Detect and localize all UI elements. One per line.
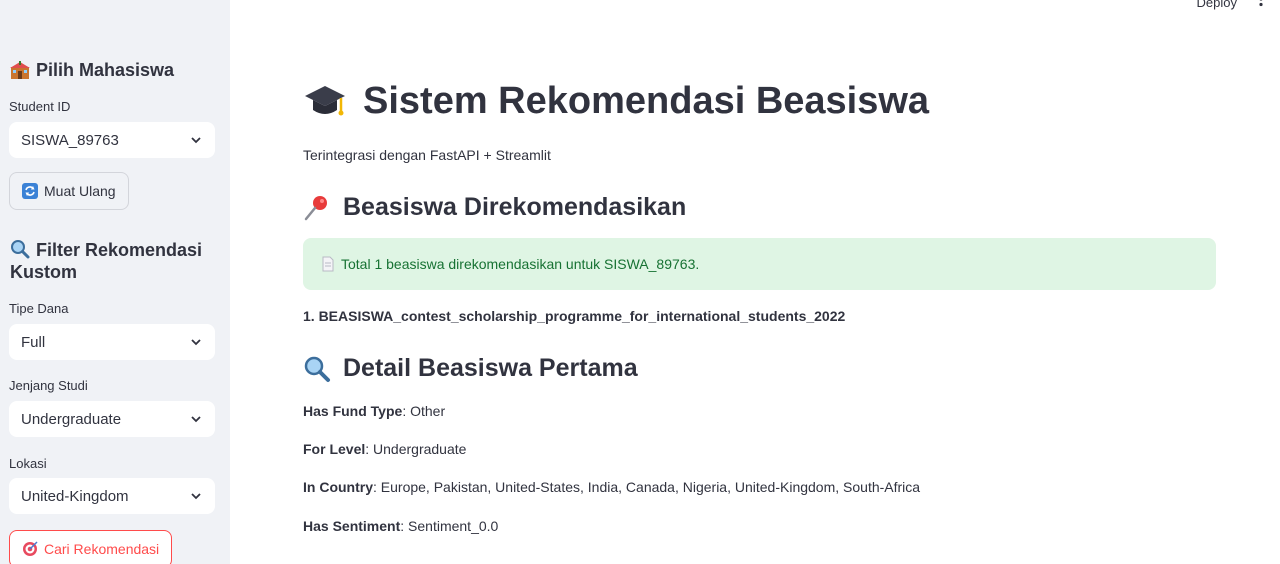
chevron-down-icon [191, 493, 201, 500]
chevron-down-icon [191, 339, 201, 346]
search-recommendation-button[interactable]: Cari Rekomendasi [9, 530, 173, 564]
detail-key: In Country [303, 479, 373, 495]
page-title: Sistem Rekomendasi Beasiswa [303, 80, 929, 123]
select-student-header-text: Pilih Mahasiswa [36, 60, 175, 80]
filter-header-text: Filter Rekomendasi Kustom [10, 240, 203, 282]
detail-key: Has Fund Type [303, 403, 403, 419]
magnifier-icon [304, 356, 330, 382]
level-select[interactable]: Undergraduate [9, 401, 215, 437]
detail-country: In Country: Europe, Pakistan, United-Sta… [303, 479, 920, 495]
filter-header: Filter Rekomendasi Kustom [10, 239, 210, 283]
level-value: Undergraduate [21, 410, 122, 428]
target-icon [23, 541, 38, 556]
detail-sentiment: Has Sentiment: Sentiment_0.0 [303, 518, 498, 534]
document-icon [322, 256, 334, 272]
recommendation-item: 1. BEASISWA_contest_scholarship_programm… [303, 308, 846, 324]
detail-value: : Europe, Pakistan, United-States, India… [373, 479, 921, 495]
reload-button[interactable]: Muat Ulang [9, 172, 129, 210]
student-id-select[interactable]: SISWA_89763 [9, 122, 215, 158]
location-value: United-Kingdom [21, 487, 129, 505]
detail-value: : Undergraduate [365, 441, 467, 457]
kebab-menu-icon[interactable] [1258, 0, 1264, 12]
page-title-text: Sistem Rekomendasi Beasiswa [363, 80, 930, 122]
fund-type-label: Tipe Dana [9, 301, 69, 316]
reload-icon [22, 183, 38, 199]
fund-type-select[interactable]: Full [9, 324, 215, 360]
detail-key: Has Sentiment [303, 518, 401, 534]
student-id-label: Student ID [9, 99, 71, 114]
magnifier-icon [11, 240, 30, 259]
pushpin-icon [304, 195, 327, 220]
detail-level: For Level: Undergraduate [303, 441, 466, 457]
reload-button-label: Muat Ulang [44, 183, 116, 199]
detail-value: : Sentiment_0.0 [400, 518, 499, 534]
select-student-header: Pilih Mahasiswa [10, 59, 174, 81]
detail-value: : Other [402, 403, 446, 419]
detail-fund-type: Has Fund Type: Other [303, 403, 445, 419]
level-label: Jenjang Studi [9, 378, 88, 393]
location-select[interactable]: United-Kingdom [9, 478, 215, 514]
page-subtitle: Terintegrasi dengan FastAPI + Streamlit [303, 147, 551, 163]
success-alert: Total 1 beasiswa direkomendasikan untuk … [303, 238, 1216, 290]
fund-type-value: Full [21, 333, 46, 351]
sidebar: Pilih Mahasiswa Student ID SISWA_89763 M… [0, 0, 230, 564]
school-building-icon [10, 61, 30, 79]
detail-header: Detail Beasiswa Pertama [303, 354, 638, 383]
recommended-header: Beasiswa Direkomendasikan [303, 193, 686, 222]
detail-key: For Level [303, 441, 366, 457]
chevron-down-icon [191, 416, 201, 423]
graduation-cap-icon [305, 85, 345, 115]
deploy-button[interactable]: Deploy [1197, 0, 1237, 10]
detail-header-text: Detail Beasiswa Pertama [343, 354, 638, 382]
student-id-value: SISWA_89763 [21, 131, 119, 149]
recommended-header-text: Beasiswa Direkomendasikan [343, 193, 687, 221]
location-label: Lokasi [9, 456, 47, 471]
chevron-down-icon [191, 137, 201, 144]
success-alert-text: Total 1 beasiswa direkomendasikan untuk … [341, 256, 700, 272]
search-recommendation-label: Cari Rekomendasi [44, 541, 160, 557]
